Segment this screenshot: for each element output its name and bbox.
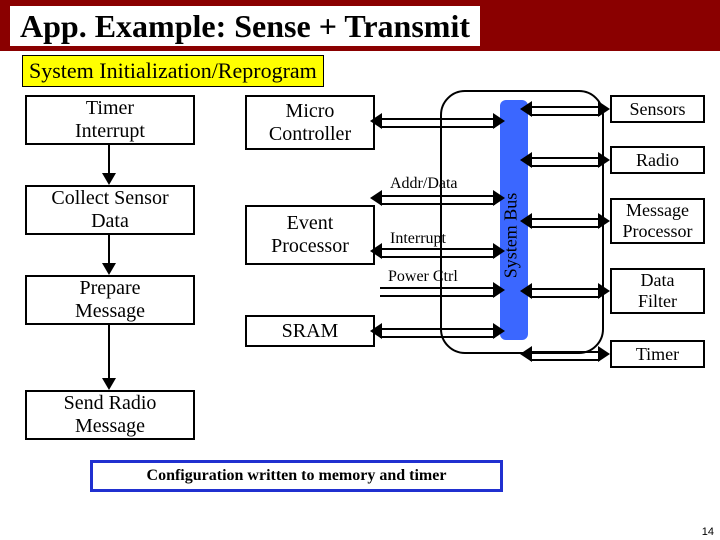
bus-connector	[380, 248, 495, 258]
bus-connector	[380, 287, 495, 297]
arrow-down-icon	[102, 173, 116, 185]
arrow-left-icon	[370, 243, 382, 259]
arrow-left-icon	[370, 113, 382, 129]
arrow-left-icon	[520, 283, 532, 299]
block-timer: Timer	[610, 340, 705, 368]
arrow-right-icon	[493, 323, 505, 339]
block-sensors: Sensors	[610, 95, 705, 123]
arrow-left-icon	[520, 213, 532, 229]
arrow-left-icon	[370, 190, 382, 206]
title-underline	[0, 46, 720, 50]
label-addr-data: Addr/Data	[390, 175, 458, 193]
bus-connector	[530, 351, 600, 361]
arrow-right-icon	[598, 152, 610, 168]
arrow-left-icon	[520, 101, 532, 117]
block-collect-sensor: Collect SensorData	[25, 185, 195, 235]
arrow-left-icon	[520, 346, 532, 362]
arrow-line	[108, 145, 110, 173]
arrow-right-icon	[598, 101, 610, 117]
bus-connector	[530, 288, 600, 298]
bus-connector	[530, 157, 600, 167]
footer-note: Configuration written to memory and time…	[90, 460, 503, 492]
arrow-left-icon	[370, 323, 382, 339]
bus-connector	[530, 218, 600, 228]
block-prepare-message: PrepareMessage	[25, 275, 195, 325]
page-title: App. Example: Sense + Transmit	[10, 6, 480, 47]
arrow-right-icon	[598, 346, 610, 362]
bus-connector	[380, 118, 495, 128]
page-number: 14	[702, 526, 714, 538]
block-event-processor: EventProcessor	[245, 205, 375, 265]
diagram-stage: TimerInterrupt Collect SensorData Prepar…	[10, 90, 710, 520]
block-data-filter: DataFilter	[610, 268, 705, 314]
block-send-radio: Send RadioMessage	[25, 390, 195, 440]
arrow-right-icon	[493, 113, 505, 129]
label-interrupt: Interrupt	[390, 230, 446, 248]
arrow-right-icon	[493, 190, 505, 206]
arrow-right-icon	[598, 283, 610, 299]
bus-connector	[530, 106, 600, 116]
block-timer-interrupt: TimerInterrupt	[25, 95, 195, 145]
arrow-left-icon	[520, 152, 532, 168]
block-msg-processor: MessageProcessor	[610, 198, 705, 244]
block-radio: Radio	[610, 146, 705, 174]
arrow-down-icon	[102, 378, 116, 390]
block-sram: SRAM	[245, 315, 375, 347]
title-bar: App. Example: Sense + Transmit	[0, 0, 720, 51]
subtitle: System Initialization/Reprogram	[22, 55, 324, 87]
label-power-ctrl: Power Ctrl	[388, 268, 458, 286]
bus-connector	[380, 328, 495, 338]
arrow-line	[108, 325, 110, 378]
arrow-right-icon	[598, 213, 610, 229]
arrow-down-icon	[102, 263, 116, 275]
bus-connector	[380, 195, 495, 205]
block-micro-controller: MicroController	[245, 95, 375, 150]
arrow-right-icon	[493, 243, 505, 259]
arrow-right-icon	[493, 282, 505, 298]
arrow-line	[108, 235, 110, 263]
